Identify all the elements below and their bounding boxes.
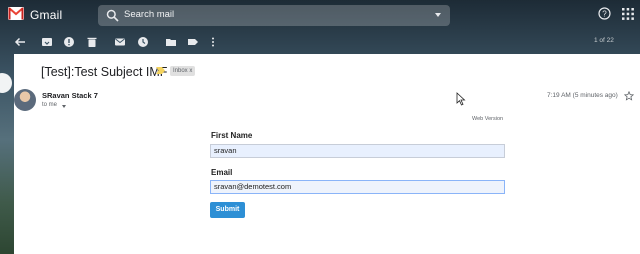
avatar: [14, 89, 36, 111]
message-toolbar: [0, 30, 640, 54]
search-options-icon[interactable]: [435, 13, 441, 17]
gmail-logo-icon[interactable]: [8, 7, 24, 20]
mouse-pointer-icon: [456, 92, 466, 106]
search-input[interactable]: Search mail: [124, 9, 174, 20]
mark-unread-icon[interactable]: [114, 36, 126, 48]
search-box[interactable]: Search mail: [98, 5, 450, 26]
move-to-icon[interactable]: [165, 36, 177, 48]
archive-icon[interactable]: [41, 36, 53, 48]
report-spam-icon[interactable]: [63, 36, 75, 48]
star-icon[interactable]: [624, 91, 634, 101]
message-counter: 1 of 22: [594, 37, 614, 44]
help-icon[interactable]: ?: [598, 7, 611, 20]
search-icon[interactable]: [106, 9, 119, 22]
remove-label-icon[interactable]: x: [189, 68, 192, 74]
left-sidebar-collapsed: [0, 40, 14, 254]
show-details-icon[interactable]: [62, 105, 66, 108]
apps-icon[interactable]: [622, 8, 634, 20]
recipient-summary: to me: [42, 102, 58, 108]
submit-button[interactable]: Submit: [210, 202, 245, 218]
labels-icon[interactable]: [187, 36, 199, 48]
more-vert-icon[interactable]: [207, 36, 219, 48]
first-name-field[interactable]: sravan: [210, 144, 505, 158]
message-timestamp: 7:19 AM (5 minutes ago): [547, 92, 618, 99]
compose-button[interactable]: [0, 73, 12, 93]
first-name-label: First Name: [211, 131, 253, 140]
app-title[interactable]: Gmail: [30, 8, 62, 22]
svg-text:?: ?: [602, 9, 607, 18]
back-arrow-icon[interactable]: [14, 36, 26, 48]
message-panel: [Test]:Test Subject IMF Inbox x SRavan S…: [14, 54, 640, 254]
snooze-icon[interactable]: [137, 36, 149, 48]
sender-name[interactable]: SRavan Stack 7: [42, 91, 98, 100]
delete-icon[interactable]: [86, 36, 98, 48]
email-field[interactable]: sravan@demotest.com: [210, 180, 505, 194]
top-bar: Gmail Search mail ?: [0, 0, 640, 30]
inbox-label-tag[interactable]: Inbox x: [170, 66, 196, 76]
web-version-link[interactable]: Web Version: [472, 116, 503, 122]
importance-marker-icon[interactable]: [156, 67, 165, 74]
inbox-label-text: Inbox: [173, 68, 188, 74]
email-label: Email: [211, 168, 233, 177]
email-subject: [Test]:Test Subject IMF: [41, 65, 168, 79]
